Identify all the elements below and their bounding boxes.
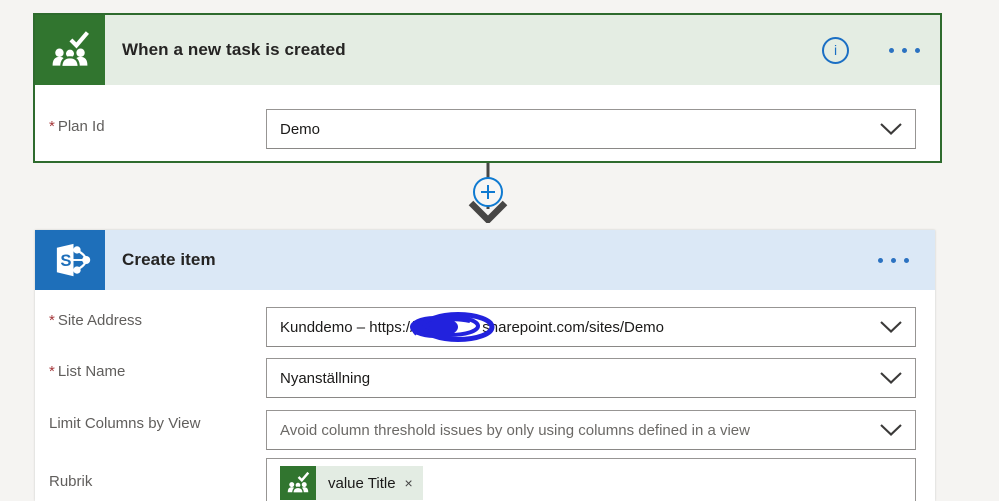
site-address-label: * Site Address [49, 311, 143, 329]
planner-icon [35, 15, 105, 85]
list-name-row: * List Name Nyanställning [35, 351, 935, 398]
plan-id-row: * Plan Id Demo [35, 98, 940, 154]
required-marker: * [49, 362, 55, 380]
trigger-card-title: When a new task is created [122, 40, 346, 59]
chevron-down-icon[interactable] [879, 424, 903, 437]
site-address-value-end: sharepoint.com/sites/Demo [482, 318, 665, 336]
dynamic-content-token[interactable]: value Title × [280, 466, 423, 500]
trigger-card-header[interactable]: When a new task is created i [35, 15, 940, 85]
plan-id-label: * Plan Id [49, 117, 105, 135]
list-name-label: * List Name [49, 362, 126, 380]
limit-columns-label: Limit Columns by View [49, 414, 201, 432]
chevron-down-icon[interactable] [879, 321, 903, 334]
insert-step-button[interactable] [473, 177, 503, 207]
plan-id-input[interactable]: Demo [266, 109, 916, 149]
rubrik-label: Rubrik [49, 472, 93, 490]
trigger-card: When a new task is created i * Plan Id D… [33, 13, 942, 163]
planner-icon [280, 466, 316, 500]
info-icon[interactable]: i [822, 36, 849, 64]
chevron-down-icon[interactable] [879, 372, 903, 385]
plan-id-value: Demo [280, 120, 321, 138]
ellipsis-menu-icon[interactable] [887, 44, 922, 57]
action-card-title: Create item [122, 250, 216, 269]
limit-columns-row: Limit Columns by View Avoid column thres… [35, 403, 935, 450]
redaction-scribble [408, 312, 496, 342]
rubrik-row: Rubrik value Title × [35, 451, 935, 501]
action-card-header[interactable]: S Create item [35, 230, 935, 290]
required-marker: * [49, 311, 55, 329]
list-name-value: Nyanställning [280, 369, 371, 387]
limit-columns-input[interactable]: Avoid column threshold issues by only us… [266, 410, 916, 450]
token-label: value Title [328, 474, 396, 492]
site-address-row: * Site Address Kunddemo – https:// share… [35, 300, 935, 347]
sharepoint-icon: S [35, 230, 105, 290]
ellipsis-menu-icon[interactable] [876, 254, 911, 267]
site-address-value-start: Kunddemo – https:// [280, 318, 415, 336]
limit-columns-placeholder: Avoid column threshold issues by only us… [280, 421, 750, 439]
svg-text:S: S [60, 251, 71, 270]
remove-token-icon[interactable]: × [405, 476, 413, 490]
action-card: S Create item * Site Address Kunddemo – … [35, 230, 935, 501]
flow-connector [468, 163, 508, 223]
site-address-input[interactable]: Kunddemo – https:// sharepoint.com/sites… [266, 307, 916, 347]
list-name-input[interactable]: Nyanställning [266, 358, 916, 398]
chevron-down-icon[interactable] [879, 123, 903, 136]
rubrik-input[interactable]: value Title × [266, 458, 916, 501]
required-marker: * [49, 117, 55, 135]
